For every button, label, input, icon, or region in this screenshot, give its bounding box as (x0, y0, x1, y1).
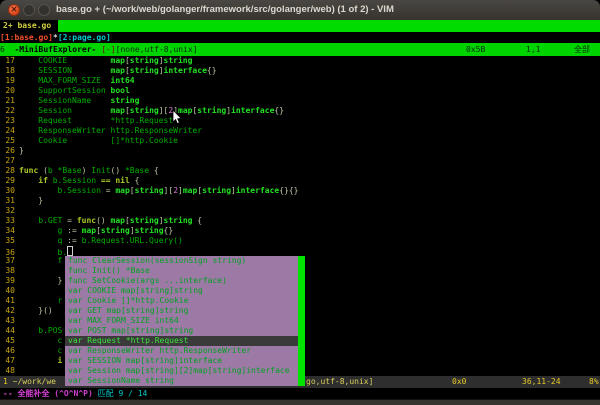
code-line[interactable]: 30 b.Session = map[string][2]map[string]… (0, 186, 600, 196)
code-line[interactable]: 25 Cookie []*http.Cookie (0, 136, 600, 146)
completion-match-count: 匹配 9 / 14 (98, 389, 148, 398)
line-number: 26 (0, 146, 15, 156)
vim-tabline: 2+ base.go (0, 20, 600, 32)
line-number: 40 (0, 286, 15, 296)
line-number: 24 (0, 126, 15, 136)
code-line[interactable]: 31 } (0, 196, 600, 206)
completion-mode-message: -- 全能补全 (^O^N^P) (3, 389, 93, 398)
mouse-cursor (172, 110, 184, 129)
code-line[interactable]: 29 if b.Session == nil { (0, 176, 600, 186)
line-number: 45 (0, 336, 15, 346)
line-number: 30 (0, 186, 15, 196)
buffer-tab-page-go[interactable]: [2:page.go] (58, 33, 111, 42)
line-number: 39 (0, 276, 15, 286)
vim-cursor (67, 246, 73, 256)
line-number: 17 (0, 56, 15, 66)
tabline-fill (58, 20, 600, 32)
code-line[interactable]: 28func (b *Base) Init() *Base { (0, 166, 600, 176)
popup-item[interactable]: var SessionName string (65, 376, 298, 386)
popup-item[interactable]: var COOKIE map[string]string (65, 286, 298, 296)
popup-item[interactable]: var MAX_FORM_SIZE int64 (65, 316, 298, 326)
tab-current[interactable]: 2+ base.go (0, 20, 54, 32)
minibufexplorer-statusline: 6 -MiniBufExplorer- [-][none,utf-8,unix]… (0, 43, 600, 56)
popup-item-selected[interactable]: var Request *http.Request (65, 336, 298, 346)
popup-item[interactable]: var Session map[string][2]map[string]int… (65, 366, 298, 376)
popup-item[interactable]: var SESSION map[string]interface (65, 356, 298, 366)
line-number: 35 (0, 236, 15, 246)
line-number: 29 (0, 176, 15, 186)
code-line[interactable]: 20 SupportSession bool (0, 86, 600, 96)
code-line[interactable]: 23 Request *http.Request (0, 116, 600, 126)
minibuf-cursor-position: 1,1 (526, 43, 540, 56)
window-maximize-button[interactable] (38, 4, 50, 16)
popup-item[interactable]: var ResponseWriter http.ResponseWriter (65, 346, 298, 356)
line-number: 27 (0, 156, 15, 166)
minibuf-hex-value: 0x5B (466, 43, 485, 56)
popup-item[interactable]: var GET map[string]string (65, 306, 298, 316)
buffer-tab-base-go[interactable]: [1:base.go] (0, 33, 53, 42)
command-line: -- 全能补全 (^O^N^P) 匹配 9 / 14 (0, 388, 600, 399)
minibufexplorer-buffer-list: [1:base.go]*[2:page.go] (0, 32, 600, 43)
popup-item[interactable]: var Cookie []*http.Cookie (65, 296, 298, 306)
line-number: 42 (0, 306, 15, 316)
line-number: 34 (0, 226, 15, 236)
status-scroll-indicator: 8% (589, 376, 599, 388)
status-left: 1 ~/work/we (3, 376, 13, 388)
code-line[interactable]: 18 SESSION map[string]interface{} (0, 66, 600, 76)
line-number: 48 (0, 366, 15, 376)
popup-item[interactable]: func Init() *Base (65, 266, 298, 276)
line-number: 25 (0, 136, 15, 146)
line-number: 22 (0, 106, 15, 116)
code-line[interactable]: 26} (0, 146, 600, 156)
code-line[interactable]: 34 g := map[string]string{} (0, 226, 600, 236)
minibuf-scroll-indicator: 全部 (574, 43, 590, 56)
line-number: 46 (0, 346, 15, 356)
window-border (0, 399, 600, 405)
minibuf-title: -MiniBufExplorer- (14, 45, 96, 54)
line-number: 38 (0, 266, 15, 276)
status-hex-value: 0x0 (452, 376, 466, 388)
minibuf-flag: [-] (101, 45, 115, 54)
completion-popup[interactable]: func ClearSession(sessionSign string)fun… (65, 256, 298, 386)
popup-item[interactable]: var POST map[string]string (65, 326, 298, 336)
window-close-button[interactable]: ✕ (8, 4, 20, 16)
line-number: 32 (0, 206, 15, 216)
line-number: 47 (0, 356, 15, 366)
code-line[interactable]: 33 b.GET = func() map[string]string { (0, 216, 600, 226)
line-number: 37 (0, 256, 15, 266)
status-fileinfo: go,utf-8,unix] (306, 376, 373, 388)
line-number: 41 (0, 296, 15, 306)
status-cursor-position: 36,11-24 (522, 376, 561, 388)
popup-item[interactable]: func SetCookie(args ...interface) (65, 276, 298, 286)
line-number: 43 (0, 316, 15, 326)
vim-window: ✕ base.go + (~/work/web/golanger/framewo… (0, 0, 600, 405)
code-line[interactable]: 36 b. (0, 246, 600, 256)
code-line[interactable]: 19 MAX_FORM_SIZE int64 (0, 76, 600, 86)
line-number: 44 (0, 326, 15, 336)
window-minimize-button[interactable] (23, 4, 35, 16)
popup-scrollbar[interactable] (298, 256, 305, 386)
line-number: 31 (0, 196, 15, 206)
window-title: base.go + (~/work/web/golanger/framework… (56, 0, 394, 20)
line-number: 28 (0, 166, 15, 176)
line-number: 19 (0, 76, 15, 86)
popup-item[interactable]: func ClearSession(sessionSign string) (65, 256, 298, 266)
code-line[interactable]: 21 SessionName string (0, 96, 600, 106)
window-titlebar[interactable]: ✕ base.go + (~/work/web/golanger/framewo… (0, 0, 600, 21)
code-line[interactable]: 27 (0, 156, 600, 166)
code-line[interactable]: 32 (0, 206, 600, 216)
line-number: 20 (0, 86, 15, 96)
line-number: 23 (0, 116, 15, 126)
code-line[interactable]: 22 Session map[string][2]map[string]inte… (0, 106, 600, 116)
code-line[interactable]: 35 q := b.Request.URL.Query() (0, 236, 600, 246)
line-number: 33 (0, 216, 15, 226)
code-line[interactable]: 17 COOKIE map[string]string (0, 56, 600, 66)
line-number: 21 (0, 96, 15, 106)
minibuf-fileinfo: [none,utf-8,unix] (116, 45, 198, 54)
code-line[interactable]: 24 ResponseWriter http.ResponseWriter (0, 126, 600, 136)
line-number: 18 (0, 66, 15, 76)
